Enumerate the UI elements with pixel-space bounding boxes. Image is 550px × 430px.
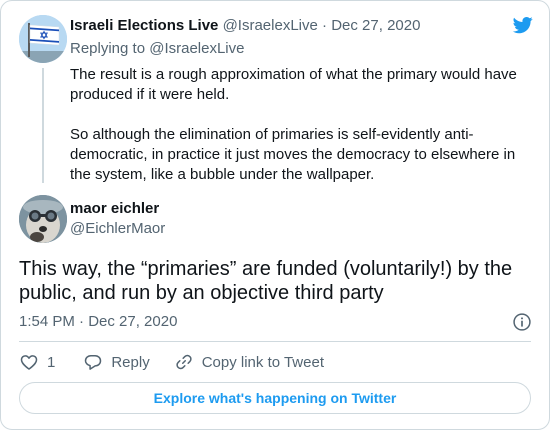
israel-flag-avatar-image	[19, 15, 67, 63]
parent-tweet-text: The result is a rough approximation of w…	[70, 65, 530, 185]
tweet-embed-card: Israeli Elections Live @IsraelexLive · D…	[0, 0, 550, 430]
header-separator: ·	[322, 17, 328, 34]
info-icon[interactable]	[512, 312, 532, 332]
thread-connector-line	[42, 68, 44, 183]
reply-button[interactable]: Reply	[83, 352, 150, 372]
parent-paragraph: So although the elimination of primaries…	[70, 126, 516, 183]
parent-author-handle[interactable]: @IsraelexLive	[223, 17, 318, 34]
parent-author-name[interactable]: Israeli Elections Live	[70, 17, 218, 34]
author-name[interactable]: maor eichler	[70, 200, 159, 217]
link-icon	[176, 354, 192, 370]
parent-date[interactable]: Dec 27, 2020	[331, 17, 420, 34]
tweet-timestamp[interactable]: 1:54 PM · Dec 27, 2020	[19, 313, 177, 330]
reply-bubble-icon	[85, 355, 102, 370]
reply-label: Reply	[111, 353, 150, 371]
twitter-bird-icon[interactable]	[512, 15, 534, 35]
parent-paragraph: The result is a rough approximation of w…	[70, 66, 517, 103]
like-button[interactable]: 1	[19, 352, 55, 372]
parent-avatar[interactable]	[19, 15, 67, 63]
author-handle[interactable]: @EichlerMaor	[70, 220, 165, 237]
replying-to-label[interactable]: Replying to @IsraelexLive	[70, 40, 244, 57]
divider	[19, 341, 531, 342]
like-count: 1	[47, 353, 56, 371]
copy-link-label: Copy link to Tweet	[201, 353, 324, 371]
tweet-actions: 1 Reply Copy link to Tweet	[19, 351, 324, 373]
author-avatar[interactable]	[19, 195, 67, 243]
heart-icon	[20, 355, 38, 370]
goggles-dog-avatar-image	[19, 195, 67, 243]
explore-twitter-button[interactable]: Explore what's happening on Twitter	[19, 382, 531, 414]
parent-header: Israeli Elections Live @IsraelexLive · D…	[70, 17, 420, 34]
copy-link-button[interactable]: Copy link to Tweet	[174, 352, 324, 372]
tweet-text: This way, the “primaries” are funded (vo…	[19, 258, 513, 304]
